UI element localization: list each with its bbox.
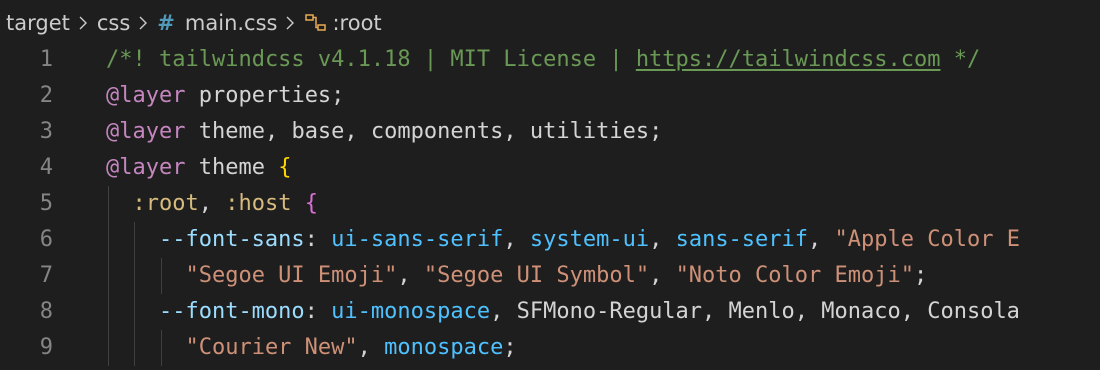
code-line[interactable]: 5 :root, :host { xyxy=(0,186,1100,222)
chevron-right-icon xyxy=(285,15,295,31)
breadcrumb-item-css[interactable]: css xyxy=(97,11,130,35)
line-number: 9 xyxy=(39,335,53,360)
indent-guide xyxy=(108,294,109,330)
indent-guide xyxy=(134,330,136,366)
code-token-kw: ui-monospace xyxy=(331,299,491,324)
code-line[interactable]: 1 /*! tailwindcss v4.1.18 | MIT License |… xyxy=(0,42,1100,78)
code-line[interactable]: 6 --font-sans: ui-sans-serif, system-ui, … xyxy=(0,222,1100,258)
code-token-kw: system-ui xyxy=(529,227,650,252)
code-token-plain: theme xyxy=(185,155,279,180)
line-number: 3 xyxy=(39,119,53,144)
code-token-brace-y: { xyxy=(278,155,292,180)
code-token-plain: : xyxy=(304,227,332,252)
indent-guide xyxy=(134,294,136,330)
code-editor[interactable]: target css # main.css :root 1/*! tailwin… xyxy=(0,0,1100,370)
breadcrumb-item-target[interactable]: target xyxy=(6,11,70,35)
code-line[interactable]: 2 @layer properties; xyxy=(0,78,1100,114)
code-token-plain: theme, base, components, utilities; xyxy=(185,119,663,144)
code-line[interactable]: 8 --font-mono: ui-monospace, SFMono-Regul… xyxy=(0,294,1100,330)
code-line-content: :root, :host { xyxy=(132,186,317,222)
code-area[interactable]: 1 /*! tailwindcss v4.1.18 | MIT License |… xyxy=(0,42,1100,366)
symbol-icon xyxy=(304,13,328,33)
code-token-plain: , xyxy=(357,335,385,360)
code-line[interactable]: 3 @layer theme, base, components, utiliti… xyxy=(0,114,1100,150)
code-token-string: "Segoe UI Symbol" xyxy=(423,263,650,288)
code-token-comment: /*! tailwindcss v4.1.18 | MIT License | xyxy=(106,47,636,72)
line-number: 5 xyxy=(39,191,53,216)
code-line-content: "Courier New", monospace; xyxy=(185,330,516,366)
breadcrumb-symbol-label: :root xyxy=(332,11,382,35)
line-number: 1 xyxy=(39,47,53,72)
indent-guide xyxy=(134,258,136,294)
indent-guide xyxy=(160,258,162,294)
code-token-atrule: @layer xyxy=(106,119,186,144)
line-number: 2 xyxy=(39,83,53,108)
code-line-content: "Segoe UI Emoji", "Segoe UI Symbol", "No… xyxy=(185,258,927,294)
indent-guide xyxy=(108,186,109,222)
code-line[interactable]: 4 @layer theme { xyxy=(0,150,1100,186)
code-line[interactable]: 9 "Courier New", monospace; xyxy=(0,330,1100,366)
code-token-brace-p: { xyxy=(304,191,318,216)
code-token-kw: sans-serif xyxy=(675,227,809,252)
code-token-atrule: @layer xyxy=(106,155,186,180)
code-token-string: "Courier New" xyxy=(185,335,358,360)
line-number: 8 xyxy=(39,299,53,324)
code-token-selector: :root xyxy=(132,191,199,216)
code-line-content: @layer theme { xyxy=(106,150,291,186)
code-token-plain: ; xyxy=(503,335,517,360)
indent-guide xyxy=(108,258,109,294)
code-token-plain: ; xyxy=(913,263,928,288)
line-number: 4 xyxy=(39,155,53,180)
hash-icon: # xyxy=(157,11,175,35)
code-token-string: "Apple Color E xyxy=(834,227,1020,252)
code-line-content: --font-mono: ui-monospace, SFMono-Regula… xyxy=(159,294,1020,330)
breadcrumb: target css # main.css :root xyxy=(6,6,382,40)
code-token-plain: , xyxy=(503,227,530,252)
code-token-string: "Noto Color Emoji" xyxy=(675,263,914,288)
code-token-kw: ui-sans-serif xyxy=(331,227,504,252)
indent-guide xyxy=(134,222,136,258)
code-token-plain: , xyxy=(808,227,835,252)
code-line-content: --font-sans: ui-sans-serif, system-ui, s… xyxy=(159,222,1020,258)
code-token-kw: monospace xyxy=(384,335,504,360)
code-token-selector: :host xyxy=(225,191,292,216)
code-token-comment: */ xyxy=(940,47,981,72)
line-number: 7 xyxy=(39,263,53,288)
code-line-content: /*! tailwindcss v4.1.18 | MIT License | … xyxy=(106,42,980,78)
code-token-plain: , xyxy=(198,191,226,216)
code-token-plain: properties; xyxy=(185,83,345,108)
code-line[interactable]: 7 "Segoe UI Emoji", "Segoe UI Symbol", "N… xyxy=(0,258,1100,294)
line-number: 6 xyxy=(39,227,53,252)
code-token-prop: --font-mono xyxy=(158,299,305,324)
code-token-prop: --font-sans xyxy=(158,227,305,252)
breadcrumb-item-file[interactable]: # main.css xyxy=(157,11,277,35)
breadcrumb-file-label: main.css xyxy=(184,11,278,35)
code-token-atrule: @layer xyxy=(106,83,186,108)
chevron-right-icon xyxy=(78,15,88,31)
indent-guide xyxy=(108,330,109,366)
code-token-plain: , xyxy=(397,263,424,288)
indent-guide xyxy=(160,330,162,366)
indent-guide xyxy=(108,222,109,258)
code-token-link[interactable]: https://tailwindcss.com xyxy=(636,47,941,72)
chevron-right-icon xyxy=(138,15,148,31)
breadcrumb-item-symbol[interactable]: :root xyxy=(304,11,382,35)
code-token-string: "Segoe UI Emoji" xyxy=(185,263,398,288)
code-token-plain: , SFMono-Regular, Menlo, Monaco, Consola xyxy=(490,299,1020,324)
code-token-plain: : xyxy=(304,299,332,324)
code-token-plain: , xyxy=(649,263,676,288)
code-line-content: @layer properties; xyxy=(106,78,344,114)
code-line-content: @layer theme, base, components, utilitie… xyxy=(106,114,662,150)
code-token-plain: , xyxy=(649,227,676,252)
